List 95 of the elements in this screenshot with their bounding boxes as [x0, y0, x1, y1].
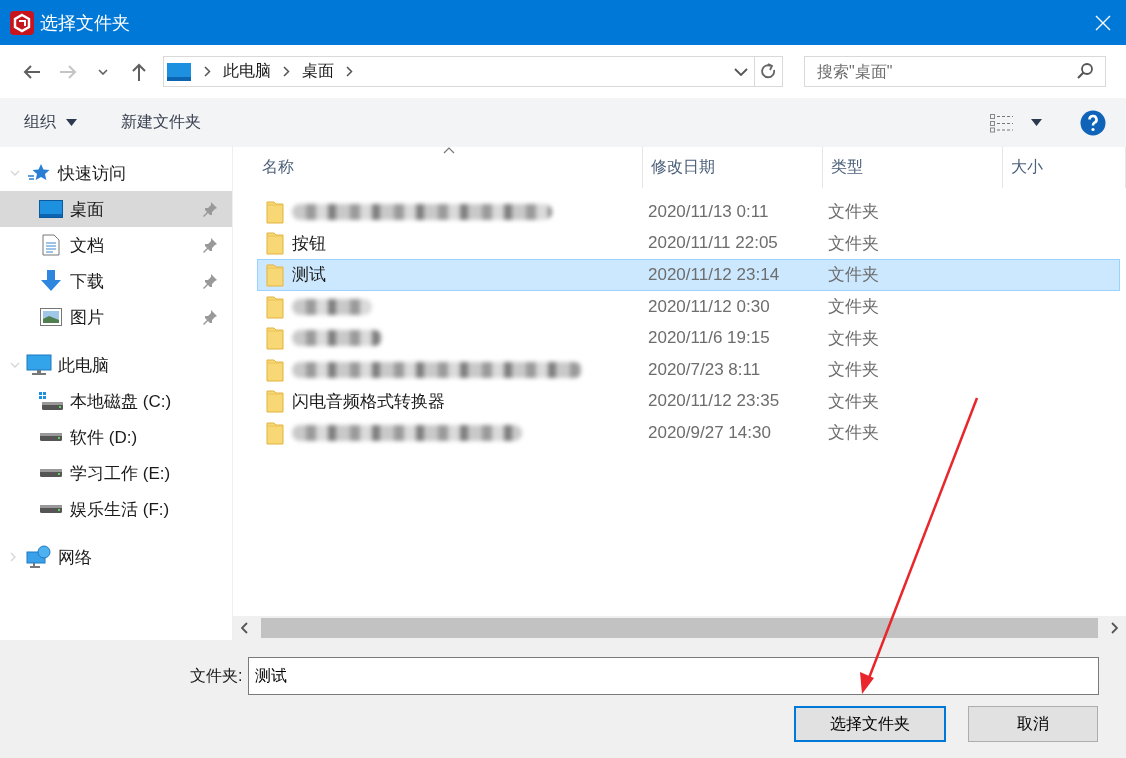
column-header[interactable]: 修改日期 [643, 147, 823, 188]
sidebar-item[interactable]: 桌面 [70, 197, 202, 221]
pin-icon[interactable] [202, 309, 218, 325]
scroll-left-icon[interactable] [241, 622, 249, 634]
dropdown-caret-icon[interactable] [734, 67, 748, 76]
date-cell-text: 2020/9/27 14:30 [647, 422, 772, 443]
view-options-icon[interactable] [989, 112, 1013, 133]
file-row[interactable]: 2020/7/23 8:11 文件夹 [257, 353, 1120, 386]
cancel-button[interactable]: 取消 [968, 706, 1098, 742]
sidebar-item[interactable]: 图片 [70, 305, 202, 329]
file-row[interactable]: 2020/11/6 19:15 文件夹 [257, 322, 1120, 354]
folder-icon [266, 420, 284, 445]
field-label: 文件夹: [190, 665, 243, 686]
date-cell-text: 2020/11/12 23:35 [647, 391, 781, 412]
address-bar[interactable]: 此电脑 桌面 [162, 56, 783, 87]
column-header[interactable]: 大小 [1003, 147, 1126, 188]
folder-icon [266, 357, 284, 382]
file-row[interactable]: 2020/11/12 0:30 文件夹 [257, 290, 1120, 323]
sidebar-item[interactable]: 软件 (D:) [70, 425, 202, 449]
caret-icon [66, 119, 77, 126]
scroll-right-icon[interactable] [1110, 622, 1118, 634]
organize-menu-button[interactable]: 组织 [13, 108, 88, 137]
scrollbar-thumb[interactable] [261, 618, 1098, 638]
type-cell-text: 文件夹 [827, 264, 880, 287]
type-cell-text: 文件夹 [827, 359, 880, 382]
refresh-icon[interactable] [760, 62, 777, 81]
file-name: 测试 [292, 264, 326, 287]
up-arrow-icon[interactable] [131, 61, 147, 82]
network-icon [26, 545, 52, 569]
type-cell-text: 文件夹 [827, 327, 880, 350]
folder-icon [266, 389, 284, 414]
desktop-icon [39, 200, 63, 218]
pin-icon[interactable] [202, 237, 218, 253]
select-folder-button[interactable]: 选择文件夹 [794, 706, 946, 742]
type-cell-text: 文件夹 [827, 201, 880, 224]
sidebar-item[interactable]: 本地磁盘 (C:) [70, 389, 202, 413]
file-row[interactable]: 2020/11/13 0:11 文件夹 [257, 196, 1120, 228]
window-title: 选择文件夹 [40, 11, 131, 35]
computer-icon [26, 354, 52, 376]
breadcrumb-item[interactable]: 此电脑 [222, 61, 271, 82]
date-cell-text: 2020/11/13 0:11 [647, 201, 770, 222]
drive-icon [39, 468, 63, 478]
chevron-icon[interactable] [345, 66, 353, 77]
pin-icon[interactable] [202, 273, 218, 289]
chevron-icon[interactable] [203, 66, 211, 77]
search-icon[interactable] [1076, 62, 1094, 80]
folder-icon [266, 294, 284, 319]
sidebar-item[interactable]: 文档 [70, 233, 202, 257]
folder-name-field[interactable]: 测试 [248, 657, 1099, 695]
date-cell-text: 2020/11/6 19:15 [647, 328, 771, 349]
drive-icon [39, 432, 63, 442]
sidebar-item[interactable]: 此电脑 [58, 353, 202, 377]
new-folder-button[interactable]: 新建文件夹 [110, 108, 212, 137]
back-arrow-icon[interactable] [21, 63, 42, 80]
close-icon[interactable] [1094, 13, 1112, 32]
folder-icon [266, 326, 284, 351]
file-row[interactable]: 测试 2020/11/12 23:14 文件夹 [257, 259, 1120, 291]
desktop-icon [165, 61, 192, 82]
sidebar-item[interactable]: 下载 [70, 269, 202, 293]
download-arrow-icon [40, 270, 62, 292]
date-cell-text: 2020/11/12 0:30 [647, 296, 771, 317]
column-header[interactable]: 类型 [823, 147, 1003, 188]
column-header[interactable]: 名称 [233, 147, 643, 188]
sidebar-item[interactable]: 娱乐生活 (F:) [70, 497, 202, 521]
folder-icon [266, 199, 284, 224]
folder-icon [266, 263, 284, 287]
type-cell-text: 文件夹 [827, 422, 880, 445]
type-cell-text: 文件夹 [827, 296, 880, 319]
file-name: 按钮 [292, 232, 326, 255]
date-cell-text: 2020/7/23 8:11 [647, 359, 762, 380]
date-cell-text: 2020/11/11 22:05 [647, 233, 779, 254]
file-row[interactable]: 2020/9/27 14:30 文件夹 [257, 417, 1120, 449]
drive-icon [39, 504, 63, 514]
picture-icon [40, 308, 62, 326]
type-cell-text: 文件夹 [827, 390, 880, 413]
breadcrumb-item[interactable]: 桌面 [301, 61, 334, 82]
document-icon [42, 234, 60, 256]
file-row[interactable]: 闪电音频格式转换器 2020/11/12 23:35 文件夹 [257, 385, 1120, 418]
date-cell-text: 2020/11/12 23:14 [647, 265, 781, 285]
caret-icon[interactable] [1031, 119, 1042, 126]
help-icon[interactable] [1080, 109, 1106, 136]
file-row[interactable]: 按钮 2020/11/11 22:05 文件夹 [257, 227, 1120, 260]
type-cell-text: 文件夹 [827, 232, 880, 255]
sidebar-item[interactable]: 快速访问 [58, 161, 202, 185]
chevron-icon[interactable] [282, 66, 290, 77]
system-drive-icon [38, 391, 64, 411]
search-field[interactable]: 搜索"桌面" [804, 56, 1106, 87]
file-name: 闪电音频格式转换器 [292, 390, 445, 413]
sidebar-item[interactable]: 网络 [58, 545, 202, 569]
dropdown-caret-icon[interactable] [98, 68, 109, 75]
star-icon [28, 163, 50, 183]
folder-icon [266, 231, 284, 256]
sort-caret-icon [443, 147, 455, 154]
sidebar-item[interactable]: 学习工作 (E:) [70, 461, 202, 485]
app-logo-icon [10, 10, 34, 35]
